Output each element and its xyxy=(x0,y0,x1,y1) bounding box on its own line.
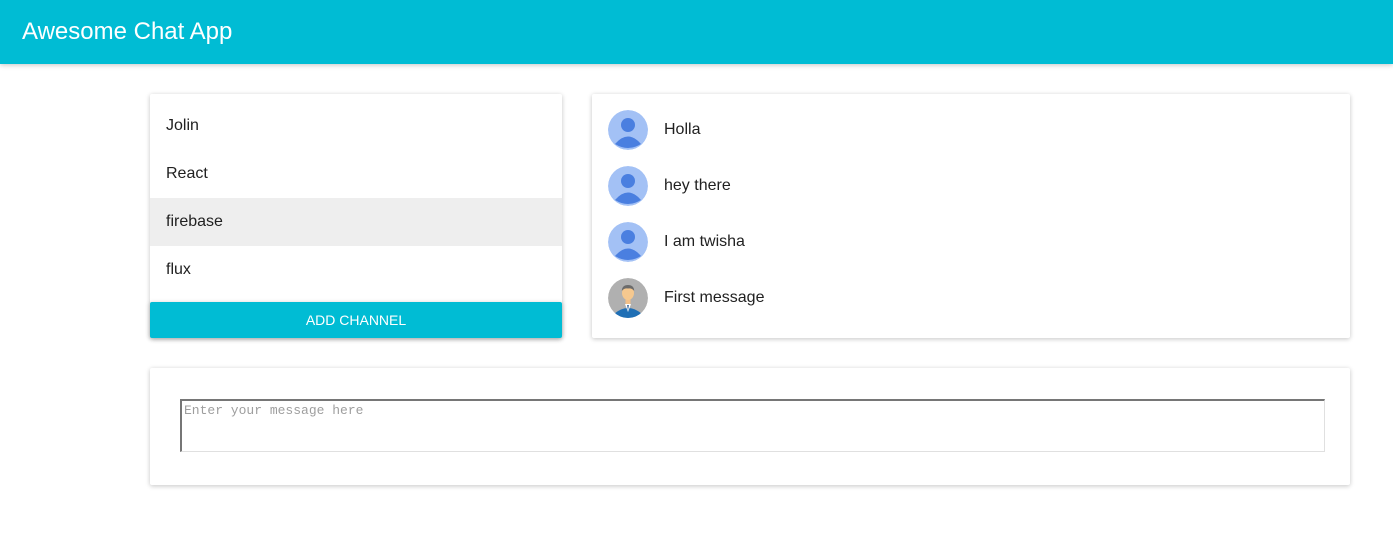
message-input[interactable] xyxy=(180,399,1325,452)
message-item: I am twisha xyxy=(592,214,1350,270)
channel-item-react[interactable]: React xyxy=(150,150,562,198)
app-title: Awesome Chat App xyxy=(22,18,233,45)
message-item: Holla xyxy=(592,102,1350,158)
message-item: hey there xyxy=(592,158,1350,214)
channel-item-jolin[interactable]: Jolin xyxy=(150,102,562,150)
compose-panel xyxy=(150,368,1350,485)
message-text: I am twisha xyxy=(664,233,745,250)
channel-list: Jolin React firebase flux xyxy=(150,102,562,294)
default-user-icon xyxy=(608,222,648,262)
businessman-avatar-icon xyxy=(608,278,648,318)
messages-panel: Holla hey there I am twisha First messag… xyxy=(592,94,1350,338)
message-text: Holla xyxy=(664,121,701,138)
add-channel-button[interactable]: ADD CHANNEL xyxy=(150,302,562,338)
channels-panel: Jolin React firebase flux ADD CHANNEL xyxy=(150,94,562,338)
message-list: Holla hey there I am twisha First messag… xyxy=(592,102,1350,326)
channel-item-flux[interactable]: flux xyxy=(150,246,562,294)
channel-item-firebase[interactable]: firebase xyxy=(150,198,562,246)
message-text: hey there xyxy=(664,177,731,194)
app-bar: Awesome Chat App xyxy=(0,0,1393,64)
message-text: First message xyxy=(664,289,765,306)
default-user-icon xyxy=(608,110,648,150)
message-item: First message xyxy=(592,270,1350,326)
default-user-icon xyxy=(608,166,648,206)
